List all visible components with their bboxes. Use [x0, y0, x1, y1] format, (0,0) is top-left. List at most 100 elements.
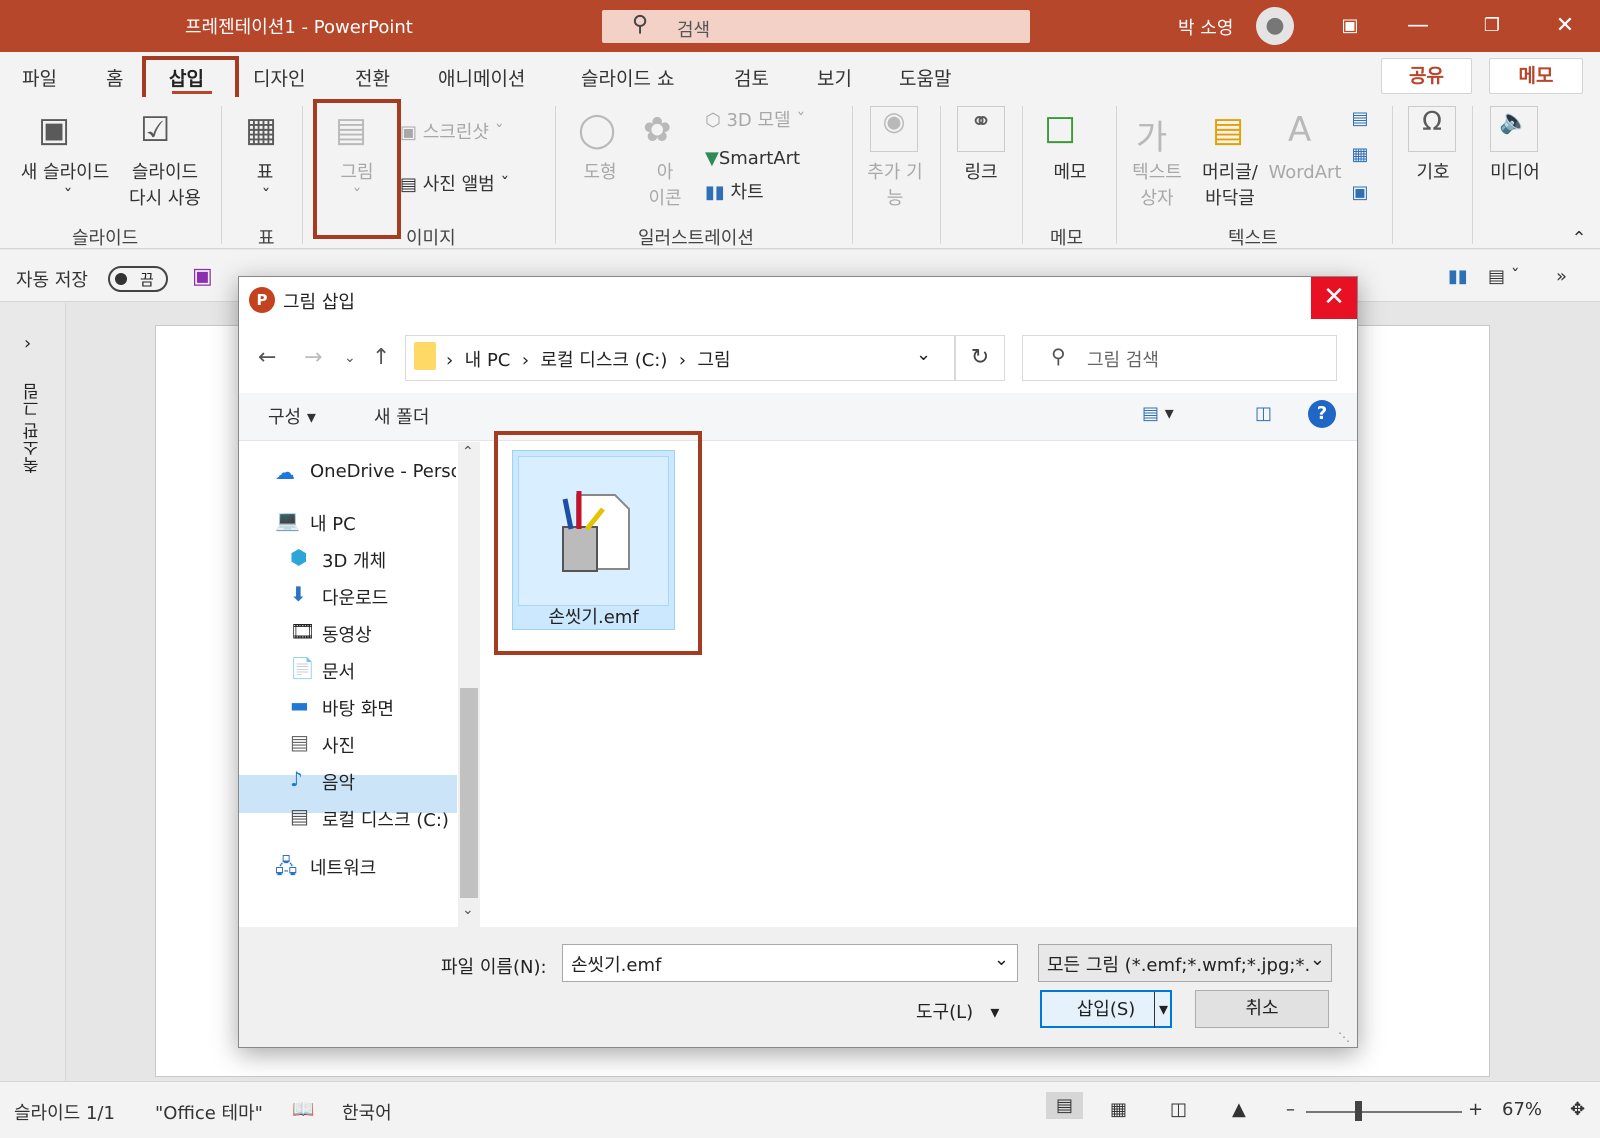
minimize-icon[interactable]: —	[1398, 8, 1438, 44]
link-button[interactable]: 링크	[955, 160, 1007, 186]
header-footer-label-1[interactable]: 머리글/	[1195, 160, 1265, 186]
save-icon[interactable]: ▣	[192, 264, 213, 289]
tab-file[interactable]: 파일	[22, 64, 57, 91]
address-bar[interactable]: › 내 PC › 로컬 디스크 (C:) › 그림 ⌄	[405, 335, 955, 381]
forward-icon[interactable]: →	[304, 345, 322, 370]
zoom-out-icon[interactable]: –	[1286, 1099, 1295, 1120]
tree-item-downloads[interactable]: 다운로드	[322, 584, 388, 610]
filename-input[interactable]: 손씻기.emf ⌄	[562, 944, 1018, 982]
ribbon-display-icon[interactable]: ▣	[1330, 8, 1370, 44]
language[interactable]: 한국어	[342, 1099, 392, 1125]
tree-item-desktop[interactable]: 바탕 화면	[322, 695, 394, 721]
fit-to-window-icon[interactable]: ✥	[1570, 1099, 1585, 1120]
chart-button[interactable]: ▮▮ 차트	[705, 180, 805, 206]
tree-item-pc[interactable]: 내 PC	[310, 510, 356, 536]
tree-item-videos[interactable]: 동영상	[322, 621, 372, 647]
tab-transitions[interactable]: 전환	[355, 64, 390, 91]
symbol-button[interactable]: 기호	[1408, 160, 1458, 186]
breadcrumb-drive[interactable]: 로컬 디스크 (C:)	[540, 350, 667, 371]
icons-label-2[interactable]: 이콘	[645, 186, 685, 212]
insert-dropdown-icon[interactable]: ▾	[1153, 992, 1168, 1028]
breadcrumb-pictures[interactable]: 그림	[697, 350, 730, 371]
chevron-down-icon[interactable]: ⌄	[916, 344, 931, 365]
tree-item-3d[interactable]: 3D 개체	[322, 547, 386, 573]
tab-animations[interactable]: 애니메이션	[438, 64, 525, 91]
textbox-label-1[interactable]: 텍스트	[1127, 160, 1187, 186]
wordart-button[interactable]: WordArt	[1265, 160, 1345, 186]
comment-button[interactable]: 메모	[1045, 160, 1095, 186]
more-commands-icon[interactable]: »	[1556, 266, 1567, 287]
accessibility-icon[interactable]: 📖	[292, 1099, 314, 1120]
resize-grip-icon[interactable]: ⋱	[1338, 1030, 1350, 1044]
collapse-ribbon-icon[interactable]: ⌃	[1568, 226, 1590, 252]
tree-item-music[interactable]: 음악	[322, 769, 355, 795]
cancel-button[interactable]: 취소	[1195, 990, 1329, 1028]
reading-view-icon[interactable]: ◫	[1170, 1099, 1187, 1120]
slideshow-icon[interactable]: ▲	[1232, 1099, 1246, 1120]
screenshot-button[interactable]: ▣ 스크린샷 ˇ	[400, 120, 520, 146]
slide-sorter-icon[interactable]: ▦	[1110, 1099, 1127, 1120]
comments-button[interactable]: 메모	[1489, 58, 1583, 94]
tree-item-pictures[interactable]: 사진	[322, 732, 355, 758]
reuse-slides-label-2[interactable]: 다시 사용	[120, 186, 210, 212]
tab-slideshow[interactable]: 슬라이드 쇼	[581, 64, 674, 91]
close-icon[interactable]: ✕	[1545, 8, 1585, 44]
3d-model-button[interactable]: ⬡ 3D 모델 ˇ	[705, 108, 835, 134]
breadcrumb-pc[interactable]: 내 PC	[465, 350, 511, 371]
avatar[interactable]: ●	[1256, 7, 1294, 45]
zoom-slider[interactable]	[1306, 1111, 1462, 1113]
addins-label-2[interactable]: 능	[860, 186, 930, 212]
tab-design[interactable]: 디자인	[253, 64, 305, 91]
addins-label-1[interactable]: 추가 기	[860, 160, 930, 186]
tab-review[interactable]: 검토	[734, 64, 769, 91]
zoom-in-icon[interactable]: +	[1468, 1099, 1483, 1120]
filetype-select[interactable]: 모든 그림 (*.emf;*.wmf;*.jpg;*. ⌄	[1038, 944, 1332, 982]
picture-button[interactable]: 그림	[332, 160, 382, 186]
dialog-close-button[interactable]: ✕	[1311, 277, 1357, 319]
preview-pane-icon[interactable]: ◫	[1255, 403, 1272, 424]
chevron-down-icon[interactable]: ⌄	[1309, 949, 1325, 970]
textbox-label-2[interactable]: 상자	[1127, 186, 1187, 212]
new-folder-button[interactable]: 새 폴더	[374, 403, 429, 429]
user-name[interactable]: 박 소영	[1178, 14, 1233, 40]
smartart-button[interactable]: ▼SmartArt	[705, 146, 835, 172]
video-icon[interactable]: ▤ ˇ	[1488, 266, 1520, 287]
tree-item-network[interactable]: 네트워크	[310, 854, 376, 880]
autosave-toggle[interactable]: 끔	[108, 266, 168, 292]
chart-icon[interactable]: ▮▮	[1448, 266, 1468, 287]
dialog-search-input[interactable]: ⚲ 그림 검색	[1022, 335, 1337, 381]
expand-pane-icon[interactable]: ›	[24, 333, 31, 354]
zoom-level[interactable]: 67%	[1502, 1099, 1542, 1120]
object-icon[interactable]: ▣	[1345, 180, 1375, 206]
tab-view[interactable]: 보기	[817, 64, 852, 91]
help-icon[interactable]: ?	[1308, 400, 1336, 428]
tab-home[interactable]: 홈	[106, 64, 123, 91]
refresh-icon[interactable]: ↻	[955, 335, 1005, 381]
media-button[interactable]: 미디어	[1484, 160, 1546, 186]
new-slide-button[interactable]: 새 슬라이드	[15, 160, 115, 186]
shapes-button[interactable]: 도형	[575, 160, 625, 186]
chevron-down-icon[interactable]: ⌄	[994, 949, 1009, 970]
normal-view-icon[interactable]: ▤	[1046, 1092, 1084, 1119]
up-icon[interactable]: ↑	[372, 345, 390, 370]
tree-item-onedrive[interactable]: OneDrive - Person	[310, 461, 456, 482]
table-button[interactable]: 표	[250, 160, 280, 186]
photo-album-button[interactable]: ▤ 사진 앨범 ˇ	[400, 172, 540, 198]
scrollbar-thumb[interactable]	[460, 688, 478, 898]
share-button[interactable]: 공유	[1381, 58, 1472, 94]
organize-button[interactable]: 구성 ▾	[268, 403, 316, 429]
view-options-icon[interactable]: ▤ ▾	[1142, 403, 1174, 424]
date-time-icon[interactable]: ▤	[1345, 106, 1375, 132]
scroll-up-icon[interactable]: ⌃	[462, 444, 474, 460]
scroll-down-icon[interactable]: ⌄	[462, 902, 474, 918]
slide-number-icon[interactable]: ▦	[1345, 142, 1375, 168]
zoom-slider-thumb[interactable]	[1355, 1101, 1362, 1121]
tree-item-documents[interactable]: 문서	[322, 658, 355, 684]
tools-button[interactable]: 도구(L) ▾	[916, 998, 999, 1024]
recent-locations-icon[interactable]: ⌄	[344, 350, 356, 366]
tree-item-local-disk[interactable]: 로컬 디스크 (C:)	[322, 806, 449, 832]
restore-icon[interactable]: ❐	[1472, 8, 1512, 44]
back-icon[interactable]: ←	[258, 345, 276, 370]
reuse-slides-label-1[interactable]: 슬라이드	[120, 160, 210, 186]
search-box[interactable]: ⚲ 검색	[602, 10, 1030, 43]
